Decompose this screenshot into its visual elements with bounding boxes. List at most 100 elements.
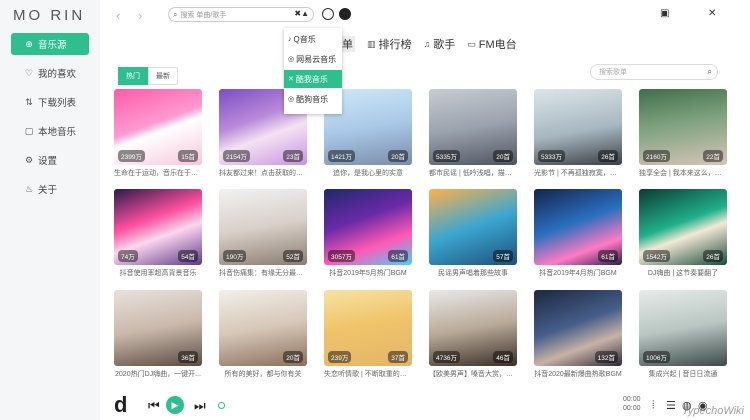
playlist-card[interactable]: 5335万 20首都市民谣 | 低吟浅唱，描述... xyxy=(429,89,517,178)
playlist-card[interactable]: 74万 54首抖音使用率超高背景音乐 xyxy=(114,189,202,278)
playlist-cover[interactable]: 1542万 26首 xyxy=(639,189,727,265)
tab-playlists[interactable]: 单 xyxy=(340,36,355,52)
source-label: 网易云音乐 xyxy=(296,54,337,64)
playlist-card[interactable]: 61首抖音2019年4月热门BGM xyxy=(534,189,622,278)
playlist-title[interactable]: 所有的美好，都与你有关 xyxy=(219,369,307,379)
source-kuwo[interactable]: ✕ 酷我音乐 xyxy=(284,70,342,88)
tab-charts[interactable]: ▥ 排行榜 xyxy=(367,36,412,52)
playlist-title[interactable]: 抖音2019年4月热门BGM xyxy=(534,268,622,278)
playlist-title[interactable]: 民谣男声唱着那些故事 xyxy=(429,268,517,278)
playlist-title[interactable]: 抖音伤痛集：有缘无分最是... xyxy=(219,268,307,278)
playlist-title[interactable]: 抖音使用率超高背景音乐 xyxy=(114,268,202,278)
source-netease[interactable]: ◎ 网易云音乐 xyxy=(284,50,342,68)
playlist-icon[interactable]: ☰ xyxy=(666,399,676,412)
sidebar-item-favorites[interactable]: ♡ 我的喜欢 xyxy=(11,62,89,84)
playlist-card[interactable]: 239万 37首失恋听情歌 | 不断取重的泪... xyxy=(324,290,412,379)
sidebar-item-settings[interactable]: ⚙ 设置 xyxy=(11,149,89,171)
search-input[interactable]: ⌕ 搜索 单曲/歌手 ✖▲ xyxy=(168,7,314,22)
playlist-card[interactable]: 4736万 46首【欧美男声】嗓音大赏，最... xyxy=(429,290,517,379)
playlist-cover[interactable]: 5335万 20首 xyxy=(429,89,517,165)
playlist-cover[interactable]: 61首 xyxy=(534,189,622,265)
source-kugou[interactable]: ◎ 酷狗音乐 xyxy=(284,90,342,108)
play-button[interactable]: ▶ xyxy=(166,396,184,414)
playlist-cover[interactable]: 190万 52首 xyxy=(219,189,307,265)
playlist-cover[interactable]: 74万 54首 xyxy=(114,189,202,265)
playlist-title[interactable]: 2020热门DJ嗨曲，一键开... xyxy=(114,369,202,379)
playlist-cover[interactable]: 5333万 26首 xyxy=(534,89,622,165)
close-icon[interactable]: ✕ xyxy=(708,8,716,19)
playlist-card[interactable]: 1542万 26首 DJ嗨曲 | 这节奏要翻了 xyxy=(639,189,727,278)
source-toggle-icon[interactable]: ✖▲ xyxy=(294,9,309,18)
playlist-title[interactable]: 【欧美男声】嗓音大赏，最... xyxy=(429,369,517,379)
next-icon[interactable]: ⏭ xyxy=(194,398,206,414)
playlist-cover[interactable]: 57首 xyxy=(429,189,517,265)
play-count: 2154万 xyxy=(223,150,250,162)
playlist-cover[interactable]: 20首 xyxy=(219,290,307,366)
back-arrow-icon[interactable]: ‹ xyxy=(116,8,120,23)
playlist-card[interactable]: 20首所有的美好，都与你有关 xyxy=(219,290,307,379)
record-icon[interactable] xyxy=(339,8,351,20)
playlist-search-input[interactable]: 搜索歌单 ⌕ xyxy=(590,64,718,80)
playlist-title[interactable]: 都市民谣 | 低吟浅唱，描述... xyxy=(429,168,517,178)
playlist-title[interactable]: DJ嗨曲 | 这节奏要翻了 xyxy=(639,268,727,278)
playlist-card[interactable]: 57首民谣男声唱着那些故事 xyxy=(429,189,517,278)
playlist-card[interactable]: 36首 2020热门DJ嗨曲，一键开... xyxy=(114,290,202,379)
playlist-cover[interactable]: 132首 xyxy=(534,290,622,366)
tab-fm[interactable]: ▭ FM电台 xyxy=(467,36,516,52)
play-count: 5335万 xyxy=(433,150,460,162)
playlist-card[interactable]: 3057万 61首抖音2019年5月热门BGM xyxy=(324,189,412,278)
tab-label: 排行榜 xyxy=(378,39,412,51)
playlist-card[interactable]: 132首抖音2020最新爆曲热歌BGM xyxy=(534,290,622,379)
radio-icon: ▭ xyxy=(467,38,476,49)
playlist-card[interactable]: 2160万 22首独享全会 | 我本来这么，刻画... xyxy=(639,89,727,178)
source-label: 酷我音乐 xyxy=(295,74,328,84)
playlist-title[interactable]: 生命在于运动，音乐在于节... xyxy=(114,168,202,178)
forward-arrow-icon[interactable]: › xyxy=(138,8,142,23)
track-count: 132首 xyxy=(594,351,618,363)
playlist-card[interactable]: 5333万 26首光影节 | 不再孤独寂寞，不吐... xyxy=(534,89,622,178)
playlist-cover[interactable]: 239万 37首 xyxy=(324,290,412,366)
playlist-title[interactable]: 集成兴起 | 音日日流通 xyxy=(639,369,727,379)
sidebar-item-label: 下载列表 xyxy=(38,98,77,109)
playlist-cover[interactable]: 4736万 46首 xyxy=(429,290,517,366)
source-label: Q音乐 xyxy=(293,34,316,44)
play-count: 239万 xyxy=(328,351,352,363)
playlist-cover[interactable]: 1006万 xyxy=(639,290,727,366)
vinyl-icon[interactable] xyxy=(322,8,334,20)
source-qq[interactable]: ♪ Q音乐 xyxy=(284,30,342,48)
playlist-title[interactable]: 失恋听情歌 | 不断取重的泪... xyxy=(324,369,412,379)
waveform-icon[interactable]: ⦙ xyxy=(652,399,654,412)
minimize-icon[interactable]: ▣ xyxy=(660,8,669,19)
filter-hot[interactable]: 热门 xyxy=(118,67,148,85)
playlist-cover[interactable]: 36首 xyxy=(114,290,202,366)
track-count: 46首 xyxy=(493,351,513,363)
playlist-cover[interactable]: 2160万 22首 xyxy=(639,89,727,165)
player-logo: d xyxy=(114,392,128,417)
playlist-title[interactable]: 追你，是我心里的实意 xyxy=(324,168,412,178)
playlist-card[interactable]: 1006万集成兴起 | 音日日流通 xyxy=(639,290,727,379)
playlist-title[interactable]: 抖音2020最新爆曲热歌BGM xyxy=(534,369,622,379)
track-count: 61首 xyxy=(598,250,618,262)
tab-singers[interactable]: ♫ 歌手 xyxy=(424,36,456,52)
play-count: 1421万 xyxy=(328,150,355,162)
playlist-card[interactable]: 190万 52首抖音伤痛集：有缘无分最是... xyxy=(219,189,307,278)
track-count: 54首 xyxy=(178,250,198,262)
filter-new[interactable]: 最新 xyxy=(148,67,178,85)
top-bar: ‹ › ⌕ 搜索 单曲/歌手 ✖▲ ▣ ✕ xyxy=(100,0,750,30)
sidebar-item-music-source[interactable]: ⊕ 音乐源 xyxy=(11,33,89,55)
playlist-title[interactable]: 独享全会 | 我本来这么，刻画... xyxy=(639,168,727,178)
source-dropdown: ♪ Q音乐 ◎ 网易云音乐 ✕ 酷我音乐 ◎ 酷狗音乐 xyxy=(284,28,342,114)
track-count: 22首 xyxy=(703,150,723,162)
playlist-cover[interactable]: 3057万 61首 xyxy=(324,189,412,265)
tab-label: 单 xyxy=(342,39,353,51)
sidebar-item-downloads[interactable]: ⇅ 下载列表 xyxy=(11,91,89,113)
playlist-title[interactable]: 抖友都过来！点击获取的门... xyxy=(219,168,307,178)
playlist-title[interactable]: 抖音2019年5月热门BGM xyxy=(324,268,412,278)
sidebar-item-about[interactable]: ♨ 关于 xyxy=(11,178,89,200)
playlist-title[interactable]: 光影节 | 不再孤独寂寞，不吐... xyxy=(534,168,622,178)
progress-handle[interactable] xyxy=(218,402,225,409)
prev-icon[interactable]: ⏮ xyxy=(148,398,160,414)
sidebar-item-local-music[interactable]: ▢ 本地音乐 xyxy=(11,120,89,142)
playlist-card[interactable]: 2399万 15首生命在于运动，音乐在于节... xyxy=(114,89,202,178)
playlist-cover[interactable]: 2399万 15首 xyxy=(114,89,202,165)
